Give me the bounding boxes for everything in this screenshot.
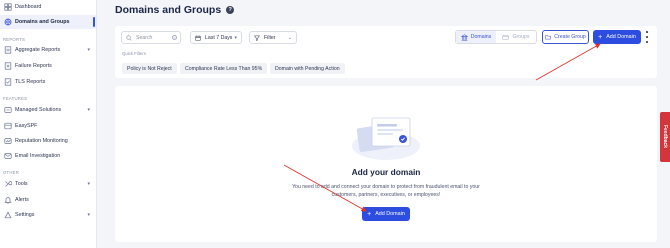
filter-icon	[254, 35, 260, 41]
sidebar-item-alerts[interactable]: Alerts	[0, 193, 96, 207]
empty-state-title: Add your domain	[351, 167, 421, 177]
add-domain-button[interactable]: + Add Domain	[593, 30, 641, 44]
sidebar-item-settings[interactable]: Settings ▾	[0, 208, 96, 222]
chevron-down-icon: ▾	[87, 181, 90, 187]
chevron-down-icon: ▾	[87, 212, 90, 218]
failure-icon	[3, 62, 12, 71]
empty-state-description: You need to add and connect your domain …	[292, 184, 480, 198]
view-domains-button[interactable]: Domains	[456, 31, 496, 43]
reputation-icon	[3, 137, 12, 146]
sidebar-item-label: Managed Solutions	[15, 107, 62, 113]
more-options-icon[interactable]	[645, 31, 649, 43]
page-title: Domains and Groups ?	[115, 4, 235, 16]
section-label-reports: REPORTS	[3, 37, 26, 42]
groups-icon	[502, 34, 510, 40]
chevron-down-icon: ▾	[87, 107, 90, 113]
sidebar-item-tls-reports[interactable]: TLS Reports	[0, 75, 96, 89]
search-placeholder: Search	[136, 34, 153, 41]
quick-filter-chip[interactable]: Domain with Pending Action	[270, 63, 345, 74]
sidebar-item-label: Tools	[15, 181, 28, 187]
folder-icon	[545, 35, 551, 40]
filter-panel: Search × Last 7 Days ▾ Filter ⌄ Quick Fi…	[115, 26, 657, 78]
date-range-value: Last 7 Days	[205, 34, 233, 41]
sidebar-item-label: Aggregate Reports	[15, 47, 61, 53]
create-group-button[interactable]: Create Group	[542, 30, 589, 44]
easyspf-icon	[3, 122, 12, 131]
empty-state: Add your domain You need to add and conn…	[115, 86, 657, 242]
sidebar-item-tools[interactable]: Tools ▾	[0, 177, 96, 191]
settings-icon	[3, 211, 12, 220]
aggregate-icon	[3, 46, 12, 55]
view-toggle: Domains Groups	[455, 30, 537, 44]
sidebar-item-label: Email Investigation	[15, 153, 61, 159]
sidebar-item-label: Domains and Groups	[15, 19, 70, 25]
plus-icon: +	[367, 210, 372, 218]
sidebar-item-label: Settings	[15, 212, 35, 218]
plus-icon: +	[598, 33, 603, 41]
sidebar-item-email-investigation[interactable]: Email Investigation	[0, 149, 96, 163]
filter-dropdown[interactable]: Filter ⌄	[249, 31, 297, 44]
domain-illustration-icon	[352, 117, 420, 160]
domains-icon	[3, 18, 12, 27]
tools-icon	[3, 180, 12, 189]
add-domain-label: Add Domain	[606, 34, 636, 40]
clear-icon[interactable]: ×	[172, 35, 177, 40]
sidebar: Dashboard Domains and Groups REPORTS Agg…	[0, 0, 97, 248]
sidebar-item-failure-reports[interactable]: Failure Reports	[0, 59, 96, 73]
section-label-other: OTHER	[3, 170, 20, 175]
filter-label: Filter	[264, 34, 276, 41]
sidebar-item-label: Dashboard	[15, 4, 42, 10]
view-domains-label: Domains	[470, 34, 492, 40]
add-domain-label: Add Domain	[375, 211, 405, 217]
sidebar-item-label: TLS Reports	[15, 79, 46, 85]
quick-filter-chip[interactable]: Policy is Not Reject	[122, 63, 177, 74]
page-title-text: Domains and Groups	[115, 4, 222, 16]
sidebar-item-managed-solutions[interactable]: Managed Solutions ▾	[0, 103, 96, 117]
investigation-icon	[3, 152, 12, 161]
view-groups-button[interactable]: Groups	[496, 31, 536, 43]
chevron-down-icon: ▾	[87, 47, 90, 53]
tls-icon	[3, 78, 12, 87]
chevron-down-icon: ⌄	[287, 34, 292, 41]
sidebar-item-reputation-monitoring[interactable]: Reputation Monitoring	[0, 134, 96, 148]
sidebar-item-label: Failure Reports	[15, 63, 52, 69]
sidebar-item-aggregate-reports[interactable]: Aggregate Reports ▾	[0, 43, 96, 57]
search-input[interactable]: Search ×	[121, 31, 181, 44]
sidebar-item-easyspf[interactable]: EasySPF	[0, 119, 96, 133]
help-icon[interactable]: ?	[226, 6, 235, 14]
sidebar-item-label: Reputation Monitoring	[15, 138, 68, 144]
managed-icon	[3, 106, 12, 115]
domains-icon	[460, 33, 468, 40]
sidebar-item-label: Alerts	[15, 197, 29, 203]
search-icon	[126, 34, 132, 41]
dashboard-icon	[3, 3, 12, 12]
quick-filters-label: Quick Filters	[122, 51, 146, 56]
sidebar-item-dashboard[interactable]: Dashboard	[0, 0, 96, 14]
section-label-features: FEATURES	[3, 96, 28, 101]
add-domain-button[interactable]: + Add Domain	[362, 207, 410, 221]
sidebar-item-label: EasySPF	[15, 123, 38, 129]
feedback-label: Feedback	[662, 125, 668, 149]
view-groups-label: Groups	[512, 34, 530, 40]
chevron-down-icon: ▾	[234, 34, 237, 41]
feedback-tab[interactable]: Feedback	[660, 112, 670, 162]
quick-filter-chip[interactable]: Compliance Rate Less Than 95%	[180, 63, 268, 74]
create-group-label: Create Group	[554, 34, 586, 40]
calendar-icon	[195, 35, 201, 41]
date-range-dropdown[interactable]: Last 7 Days ▾	[190, 31, 242, 44]
sidebar-item-domains-and-groups[interactable]: Domains and Groups	[0, 15, 96, 29]
bell-icon	[3, 196, 12, 205]
